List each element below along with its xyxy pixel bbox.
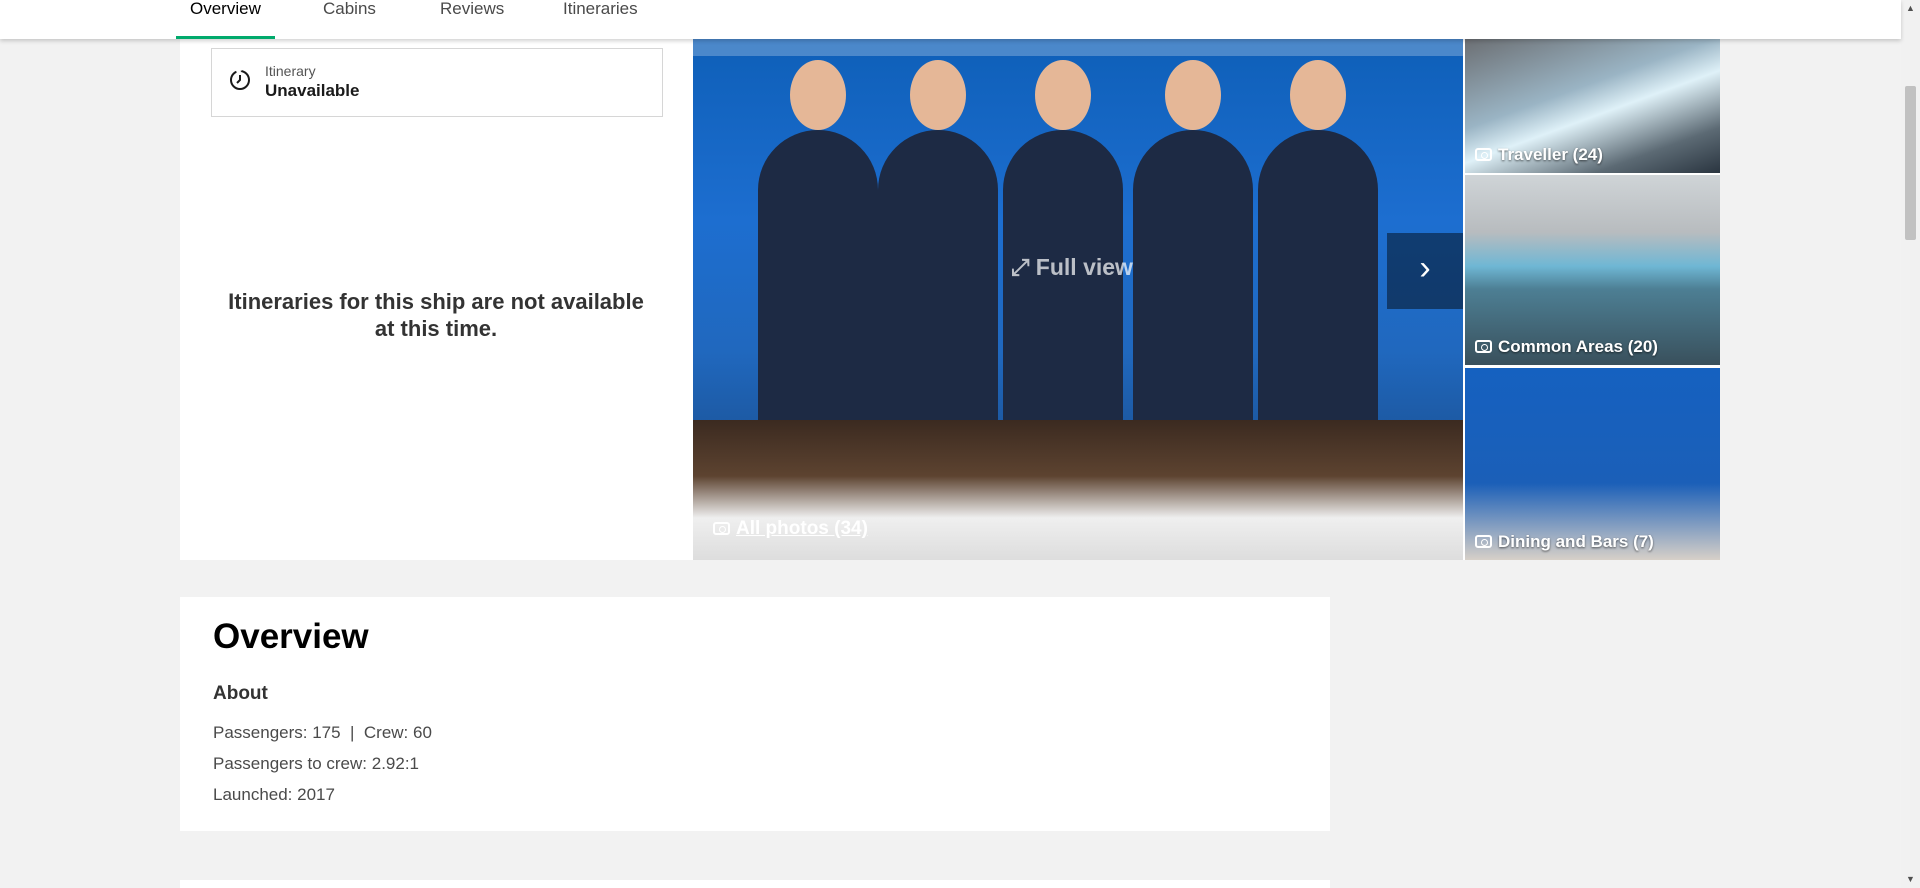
main-photo[interactable]: ⤢ Full view › All photos (34) bbox=[693, 38, 1463, 560]
scrollbar-thumb[interactable] bbox=[1905, 86, 1916, 240]
tab-itineraries[interactable]: Itineraries bbox=[549, 0, 652, 39]
all-photos-label: All photos (34) bbox=[736, 518, 868, 539]
launched-text: Launched: 2017 bbox=[213, 785, 335, 804]
crew-member-head bbox=[1165, 60, 1221, 130]
itinerary-label: Itinerary bbox=[265, 63, 316, 79]
next-photo-button[interactable]: › bbox=[1387, 233, 1463, 309]
tab-reviews[interactable]: Reviews bbox=[426, 0, 518, 39]
thumbnail-traveller[interactable]: Traveller (24) bbox=[1465, 38, 1720, 173]
thumbnail-label: Common Areas (20) bbox=[1498, 337, 1658, 356]
scroll-up-arrow-icon[interactable]: ▲ bbox=[1901, 0, 1920, 17]
overview-title: Overview bbox=[213, 617, 369, 656]
passenger-crew-ratio-text: Passengers to crew: 2.92:1 bbox=[213, 754, 420, 773]
camera-icon bbox=[1475, 148, 1492, 161]
chevron-right-icon: › bbox=[1419, 249, 1431, 287]
itinerary-value: Unavailable bbox=[265, 81, 360, 100]
camera-icon bbox=[1475, 340, 1492, 353]
section-tab-bar: Overview Cabins Reviews Itineraries bbox=[0, 0, 1901, 39]
full-view-button[interactable]: ⤢ Full view bbox=[1011, 254, 1133, 281]
itineraries-unavailable-message: Itineraries for this ship are not availa… bbox=[228, 289, 644, 341]
crew-member-figure bbox=[878, 60, 998, 450]
crew-member-figure bbox=[758, 60, 878, 450]
scroll-down-arrow-icon[interactable]: ▼ bbox=[1901, 871, 1920, 888]
crew-member-figure bbox=[1003, 60, 1123, 450]
crew-member-head bbox=[1035, 60, 1091, 130]
page-scrollbar[interactable]: ▲ ▼ bbox=[1901, 0, 1920, 888]
crew-member-head bbox=[910, 60, 966, 130]
full-view-label: Full view bbox=[1035, 254, 1133, 280]
crew-member-figure bbox=[1133, 60, 1253, 450]
all-photos-link[interactable]: All photos (34) bbox=[713, 518, 868, 540]
expand-icon: ⤢ bbox=[1011, 254, 1030, 280]
thumbnail-dining-and-bars[interactable]: Dining and Bars (7) bbox=[1465, 368, 1720, 560]
about-heading: About bbox=[213, 683, 268, 704]
itinerary-status-box: Itinerary Unavailable bbox=[211, 48, 663, 117]
tab-cabins[interactable]: Cabins bbox=[309, 0, 390, 39]
thumbnail-caption: Common Areas (20) bbox=[1475, 337, 1658, 357]
photo-ceiling bbox=[693, 38, 1463, 56]
crew-member-head bbox=[1290, 60, 1346, 130]
thumbnail-common-areas[interactable]: Common Areas (20) bbox=[1465, 175, 1720, 365]
overview-card: Overview About Passengers: 175 | Crew: 6… bbox=[180, 597, 1330, 831]
next-section-card bbox=[180, 880, 1330, 888]
camera-icon bbox=[1475, 535, 1492, 548]
thumbnail-label: Traveller (24) bbox=[1498, 145, 1603, 164]
tab-overview[interactable]: Overview bbox=[176, 0, 275, 39]
crew-member-head bbox=[790, 60, 846, 130]
crew-member-figure bbox=[1258, 60, 1378, 450]
thumbnail-label: Dining and Bars (7) bbox=[1498, 532, 1654, 551]
thumbnail-caption: Dining and Bars (7) bbox=[1475, 532, 1654, 552]
camera-icon bbox=[713, 522, 730, 535]
thumbnail-caption: Traveller (24) bbox=[1475, 145, 1603, 165]
clock-icon bbox=[230, 69, 250, 90]
passengers-crew-text: Passengers: 175 | Crew: 60 bbox=[213, 723, 432, 742]
